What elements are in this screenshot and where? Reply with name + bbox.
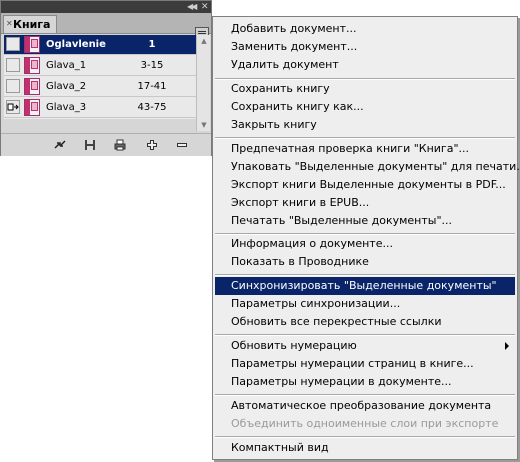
document-list: Oglavlenie 1 Glava_1 3-15 Glava_2 17-41 …: [4, 35, 196, 119]
panel-context-menu: Добавить документ... Заменить документ..…: [212, 16, 520, 460]
status-box: [6, 37, 20, 51]
add-document-icon[interactable]: [145, 138, 159, 152]
menu-separator: [215, 334, 515, 336]
list-item[interactable]: Glava_3 43-75: [4, 98, 196, 118]
indesign-document-icon: [24, 99, 40, 116]
menu-separator: [215, 436, 515, 438]
menu-separator: [215, 274, 515, 276]
tab-label: Книга: [13, 18, 51, 31]
menu-item-preflight-book[interactable]: Предпечатная проверка книги "Книга"...: [215, 140, 515, 158]
menu-item-sync-options[interactable]: Параметры синхронизации...: [215, 295, 515, 313]
menu-item-print[interactable]: Печатать "Выделенные документы"...: [215, 212, 515, 230]
menu-item-remove-document[interactable]: Удалить документ: [215, 56, 515, 74]
indesign-document-icon: [24, 78, 40, 95]
tab-strip: ✕ Книга: [1, 13, 211, 41]
print-icon[interactable]: [113, 138, 127, 152]
menu-item-close-book[interactable]: Закрыть книгу: [215, 116, 515, 134]
page-range: 1: [148, 39, 156, 50]
menu-item-save-book[interactable]: Сохранить книгу: [215, 80, 515, 98]
menu-item-show-in-explorer[interactable]: Показать в Проводнике: [215, 253, 515, 271]
page-range: 17-41: [137, 81, 167, 92]
list-item[interactable]: Oglavlenie 1: [4, 35, 196, 55]
menu-item-auto-convert[interactable]: Автоматическое преобразование документа: [215, 397, 515, 415]
menu-item-update-numbering[interactable]: Обновить нумерацию: [215, 337, 515, 355]
collapse-icon[interactable]: ◀◀: [187, 3, 197, 11]
document-name: Glava_2: [46, 81, 87, 92]
page-range: 3-15: [140, 60, 164, 71]
book-panel: ◀◀ ✕ ✕ Книга Oglavlenie 1 Glava_1 3-15 G…: [0, 0, 212, 156]
menu-item-add-document[interactable]: Добавить документ...: [215, 20, 515, 38]
indesign-document-icon: [24, 36, 40, 53]
remove-document-icon[interactable]: [175, 138, 189, 152]
menu-item-export-pdf[interactable]: Экспорт книги Выделенные документы в PDF…: [215, 176, 515, 194]
sync-icon[interactable]: [53, 138, 67, 152]
menu-separator: [215, 137, 515, 139]
document-name: Glava_3: [46, 102, 87, 113]
close-icon[interactable]: ✕: [201, 2, 209, 12]
menu-item-update-cross-refs[interactable]: Обновить все перекрестные ссылки: [215, 313, 515, 331]
scrollbar[interactable]: ▲ ▼: [196, 35, 210, 131]
menu-item-synchronize[interactable]: Синхронизировать "Выделенные документы": [215, 277, 515, 295]
scroll-up-icon[interactable]: ▲: [198, 35, 210, 47]
tab-book[interactable]: ✕ Книга: [3, 15, 57, 33]
menu-item-compact-view[interactable]: Компактный вид: [215, 439, 515, 457]
panel-toolbar: [1, 133, 211, 156]
panel-title-bar[interactable]: ◀◀ ✕: [1, 1, 211, 13]
menu-separator: [215, 394, 515, 396]
tab-close-icon[interactable]: ✕: [6, 19, 13, 28]
indesign-document-icon: [24, 57, 40, 74]
list-item[interactable]: Glava_1 3-15: [4, 56, 196, 76]
menu-item-label: Обновить нумерацию: [231, 339, 357, 352]
save-icon[interactable]: [83, 138, 97, 152]
menu-item-replace-document[interactable]: Заменить документ...: [215, 38, 515, 56]
menu-item-export-epub[interactable]: Экспорт книги в EPUB...: [215, 194, 515, 212]
menu-item-package-for-print[interactable]: Упаковать "Выделенные документы" для печ…: [215, 158, 520, 176]
menu-item-document-numbering-options[interactable]: Параметры нумерации в документе...: [215, 373, 515, 391]
menu-item-book-numbering-options[interactable]: Параметры нумерации страниц в книге...: [215, 355, 515, 373]
submenu-arrow-icon: [505, 342, 509, 350]
document-name: Glava_1: [46, 60, 87, 71]
menu-item-save-book-as[interactable]: Сохранить книгу как...: [215, 98, 515, 116]
scroll-down-icon[interactable]: ▼: [198, 119, 210, 131]
menu-item-document-info[interactable]: Информация о документе...: [215, 235, 515, 253]
page-range: 43-75: [137, 102, 167, 113]
status-box: [6, 79, 20, 93]
sync-source-icon[interactable]: [6, 100, 20, 114]
document-name: Oglavlenie: [46, 39, 106, 50]
menu-item-merge-layers: Объединить одноименные слои при экспорте: [231, 417, 499, 430]
status-box: [6, 58, 20, 72]
list-item[interactable]: Glava_2 17-41: [4, 77, 196, 97]
